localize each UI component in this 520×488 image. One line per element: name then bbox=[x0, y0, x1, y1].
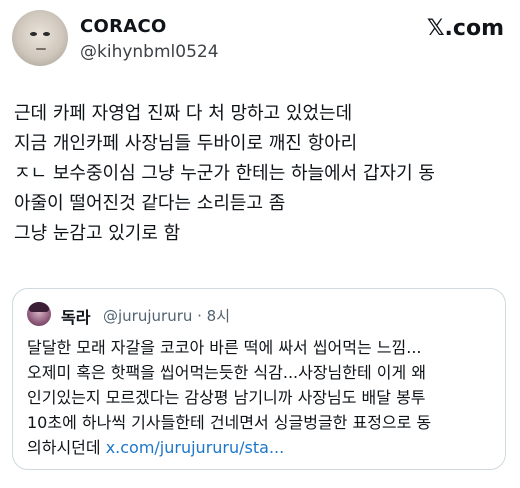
author-handle[interactable]: @kihynbml0524 bbox=[80, 42, 219, 62]
quoted-author-name[interactable]: 독라 bbox=[61, 304, 90, 328]
avatar-hair bbox=[29, 302, 49, 312]
avatar-mouth bbox=[36, 48, 46, 50]
tweet-line: 그냥 눈감고 있기로 함 bbox=[14, 223, 181, 244]
avatar-eye bbox=[30, 32, 37, 36]
avatar-eye bbox=[43, 32, 50, 36]
author-name[interactable]: CORACO bbox=[80, 16, 167, 37]
x-logo: 𝕏.com bbox=[426, 16, 504, 41]
quoted-line: 10초에 하나씩 기사들한테 건네면서 싱글벙글한 표정으로 동 bbox=[27, 413, 432, 432]
quoted-last-line: 의하시던데 x.com/jurujururu/sta... bbox=[27, 435, 503, 460]
quoted-line: 의하시던데 bbox=[27, 438, 106, 457]
quoted-tweet[interactable]: 독라 @jurujururu · 8시 달달한 모래 자갈을 코코아 바른 떡에… bbox=[12, 288, 506, 470]
tweet-line: 아줄이 떨어진것 같다는 소리듣고 좀 bbox=[14, 193, 286, 214]
quoted-line: 달달한 모래 자갈을 코코아 바른 떡에 싸서 씹어먹는 느낌... bbox=[27, 338, 422, 357]
quoted-author-handle-time[interactable]: @jurujururu · 8시 bbox=[103, 305, 230, 326]
tweet-line: 근데 카페 자영업 진짜 다 처 망하고 있었는데 bbox=[14, 103, 353, 124]
quoted-tweet-text: 달달한 모래 자갈을 코코아 바른 떡에 싸서 씹어먹는 느낌... 오제미 혹… bbox=[27, 335, 503, 460]
quoted-line: 인기있는지 모르겠다는 감상평 남기니까 사장님도 배달 봉투 bbox=[27, 388, 426, 407]
tweet-line: ㅈㄴ 보수중이심 그냥 누군가 한테는 하늘에서 갑자기 동 bbox=[14, 163, 435, 184]
quoted-link[interactable]: x.com/jurujururu/sta... bbox=[106, 438, 285, 457]
tweet-text: 근데 카페 자영업 진짜 다 처 망하고 있었는데 지금 개인카페 사장님들 두… bbox=[14, 99, 514, 249]
tweet-line: 지금 개인카페 사장님들 두바이로 깨진 항아리 bbox=[14, 133, 358, 154]
author-avatar[interactable] bbox=[12, 10, 68, 66]
quoted-author-avatar[interactable] bbox=[27, 302, 51, 326]
quoted-line: 오제미 혹은 핫팩을 씹어먹는듯한 식감...사장님한테 이게 왜 bbox=[27, 363, 427, 382]
tweet-header: CORACO @kihynbml0524 𝕏.com bbox=[12, 8, 508, 68]
